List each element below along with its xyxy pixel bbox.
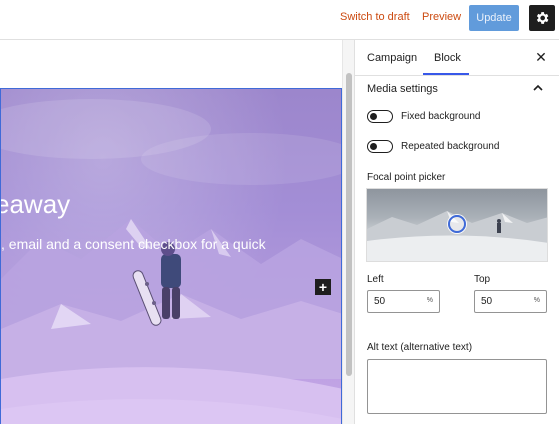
- toggle-knob: [370, 112, 377, 120]
- active-tab-indicator: [423, 73, 469, 75]
- preview-button[interactable]: Preview: [422, 11, 461, 23]
- editor-top-bar: Switch to draft Preview Update: [0, 0, 559, 40]
- mountain-scene-image: [1, 99, 341, 424]
- settings-button[interactable]: [529, 5, 555, 31]
- tab-campaign[interactable]: Campaign: [367, 52, 417, 64]
- toggle-knob: [370, 142, 377, 150]
- close-sidebar-button[interactable]: ✕: [533, 49, 549, 65]
- focal-top-unit: %: [533, 297, 540, 304]
- chevron-up-icon[interactable]: [531, 81, 545, 95]
- update-button[interactable]: Update: [469, 5, 519, 31]
- add-block-button[interactable]: +: [315, 279, 331, 295]
- settings-sidebar: Campaign Block ✕ Media settings Fixed ba…: [354, 40, 559, 424]
- cover-subtext[interactable]: , email and a consent checkbox for a qui…: [1, 236, 266, 252]
- fixed-background-toggle[interactable]: [367, 110, 393, 123]
- plus-icon: +: [318, 279, 328, 295]
- scrollbar-thumb[interactable]: [346, 73, 352, 376]
- alt-text-label: Alt text (alternative text): [367, 342, 473, 353]
- focal-top-input[interactable]: 50 %: [474, 290, 547, 313]
- tab-block[interactable]: Block: [434, 52, 461, 64]
- focal-top-value: 50: [481, 296, 493, 307]
- focal-point-handle[interactable]: [448, 215, 466, 233]
- media-settings-heading[interactable]: Media settings: [367, 83, 438, 95]
- focal-left-input[interactable]: 50 %: [367, 290, 440, 313]
- alt-text-field[interactable]: [367, 359, 547, 414]
- canvas-scrollbar[interactable]: [342, 40, 354, 424]
- focal-point-label: Focal point picker: [367, 172, 446, 183]
- repeated-background-label: Repeated background: [401, 141, 500, 152]
- switch-to-draft-button[interactable]: Switch to draft: [340, 11, 410, 23]
- editor-canvas: eaway , email and a consent checkbox for…: [0, 40, 342, 424]
- gear-icon: [536, 12, 549, 24]
- focal-left-unit: %: [426, 297, 433, 304]
- fixed-background-label: Fixed background: [401, 111, 481, 122]
- focal-top-label: Top: [474, 274, 491, 285]
- focal-left-value: 50: [374, 296, 386, 307]
- focal-left-label: Left: [367, 274, 384, 285]
- sidebar-tabs: Campaign Block ✕: [355, 40, 559, 76]
- close-icon: ✕: [535, 48, 547, 65]
- focal-point-picker[interactable]: [366, 188, 548, 262]
- repeated-background-toggle[interactable]: [367, 140, 393, 153]
- cover-block[interactable]: eaway , email and a consent checkbox for…: [0, 88, 342, 424]
- cover-headline[interactable]: eaway: [1, 189, 70, 220]
